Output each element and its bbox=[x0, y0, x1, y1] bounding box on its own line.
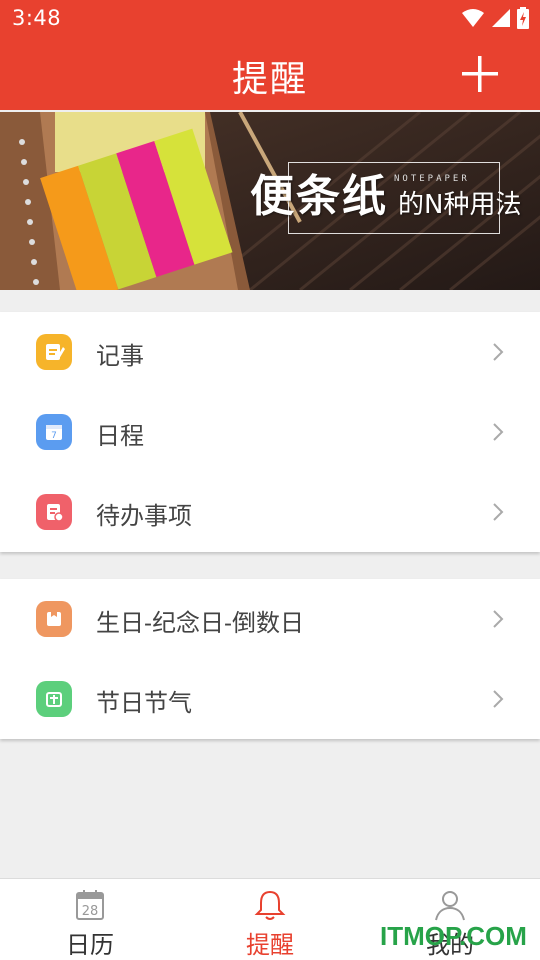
svg-text:28: 28 bbox=[82, 904, 99, 919]
status-bar: 3:48 bbox=[0, 0, 540, 38]
reminder-card-2: 生日-纪念日-倒数日 节日节气 bbox=[0, 579, 540, 739]
bell-icon bbox=[254, 890, 286, 920]
list-item-birthday[interactable]: 生日-纪念日-倒数日 bbox=[0, 579, 540, 659]
chevron-right-icon bbox=[493, 423, 504, 441]
list-item-todo[interactable]: 待办事项 bbox=[0, 472, 540, 552]
list-item-festival[interactable]: 节日节气 bbox=[0, 659, 540, 739]
reminder-card-1: 记事 7 日程 待办事项 bbox=[0, 312, 540, 552]
note-icon bbox=[36, 334, 72, 370]
tab-label: 日历 bbox=[66, 931, 114, 959]
list-item-label: 记事 bbox=[96, 343, 144, 370]
watermark: ITMOP.COM bbox=[380, 921, 527, 951]
gift-icon bbox=[36, 601, 72, 637]
festival-icon bbox=[36, 681, 72, 717]
tab-reminder[interactable]: 提醒 bbox=[180, 879, 360, 960]
chevron-right-icon bbox=[493, 610, 504, 628]
status-time: 3:48 bbox=[12, 6, 62, 30]
banner-tag: NOTEPAPER bbox=[394, 174, 470, 184]
signal-icon bbox=[492, 9, 510, 27]
chevron-right-icon bbox=[493, 690, 504, 708]
todo-icon bbox=[36, 494, 72, 530]
banner-headline: 便条纸 bbox=[250, 171, 388, 222]
chevron-right-icon bbox=[493, 343, 504, 361]
list-item-notes[interactable]: 记事 bbox=[0, 312, 540, 392]
tab-label: 提醒 bbox=[246, 931, 294, 959]
calendar-tab-icon: 28 bbox=[76, 890, 104, 920]
svg-text:7: 7 bbox=[51, 431, 57, 441]
list-item-schedule[interactable]: 7 日程 bbox=[0, 392, 540, 472]
person-icon bbox=[435, 891, 465, 921]
wifi-icon bbox=[462, 9, 484, 27]
banner-subline: 的N种用法 bbox=[398, 190, 522, 220]
battery-icon bbox=[517, 7, 529, 29]
add-icon[interactable] bbox=[458, 52, 502, 96]
list-item-label: 节日节气 bbox=[96, 690, 192, 717]
list-item-label: 日程 bbox=[96, 423, 144, 450]
list-item-label: 待办事项 bbox=[96, 503, 192, 530]
calendar-icon: 7 bbox=[36, 414, 72, 450]
system-icons bbox=[462, 7, 530, 29]
promo-banner[interactable]: NOTEPAPER 便条纸 的N种用法 bbox=[0, 112, 540, 290]
chevron-right-icon bbox=[493, 503, 504, 521]
tab-calendar[interactable]: 28 日历 bbox=[0, 879, 180, 960]
app-bar: 提醒 bbox=[0, 38, 540, 110]
list-item-label: 生日-纪念日-倒数日 bbox=[96, 610, 304, 637]
